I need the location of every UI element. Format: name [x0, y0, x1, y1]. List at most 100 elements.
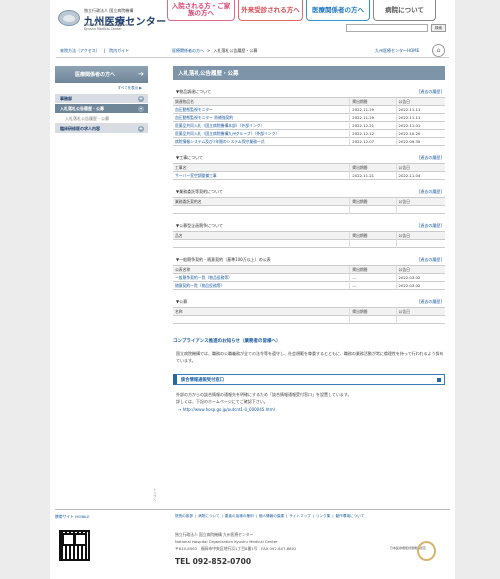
sidebar-item-admin[interactable]: 事務部 +: [55, 94, 148, 104]
column-header: 公告日: [395, 163, 445, 172]
past-history-link[interactable]: [過去の履歴]: [419, 257, 442, 263]
table-cell: [173, 239, 350, 248]
bid-table: 品名 掲出期間 公告日: [173, 231, 445, 248]
collusion-report-heading: 談合情報通報受付窓口: [173, 374, 445, 385]
collusion-report-text: 外部の方からの談合情報の通報先を明確にするため「談合情報通報受付窓口」を設置して…: [176, 392, 352, 404]
page: 独立行政法人 国立病院機構 九州医療センター National Hospital…: [50, 0, 455, 579]
table-cell: [173, 315, 350, 324]
table-header-row: 品名 掲出期間 公告日: [173, 231, 445, 240]
nav-medical-staff[interactable]: 医療関係者の方へ: [306, 0, 370, 21]
past-history-link[interactable]: [過去の履歴]: [419, 299, 442, 305]
main-content: 入札落札公告履歴・公募 ▼物品調達について [過去の履歴] 調達物品名 掲出期間 公告日…: [173, 66, 445, 412]
section-heading: ▼公募: [176, 299, 188, 304]
guide-link[interactable]: 院内ガイド: [109, 48, 129, 54]
breadcrumb: 医療関係者の方へ > 入札落札公告履歴・公募: [172, 48, 258, 54]
bid-table: 公表名称 掲出期間 公告日 一般競争契約一覧（物品役務等） --- 2022.03.02 随…: [173, 265, 445, 290]
sidebar-item-bidding[interactable]: 入札落札公告履歴・公募 -: [55, 104, 148, 114]
expand-icon[interactable]: +: [138, 126, 144, 132]
column-header: 公告日: [395, 231, 445, 240]
breadcrumb-medical-staff[interactable]: 医療関係者の方へ: [172, 48, 204, 54]
column-header: 掲出期間: [349, 97, 397, 106]
nav-about[interactable]: 病院について: [373, 0, 436, 21]
page-top-link[interactable]: トップへ: [153, 488, 158, 502]
footer-link[interactable]: リンク集: [316, 514, 330, 519]
column-header: 掲出期間: [349, 163, 397, 172]
table-cell: 2022.12.12: [349, 129, 397, 138]
table-cell: [349, 239, 397, 248]
breadcrumb-current: 入札落札公告履歴・公募: [213, 48, 258, 53]
table-cell: [395, 239, 445, 248]
past-history-link[interactable]: [過去の履歴]: [419, 189, 442, 195]
search-button[interactable]: 検索: [431, 24, 446, 32]
table-row: 一般競争契約一覧（物品役務等） --- 2022.03.02: [173, 273, 445, 282]
sidebar-show-all[interactable]: すべてを表示 ▶: [55, 83, 148, 94]
column-header: 掲出期間: [349, 197, 397, 206]
table-cell: 2022.11.01: [395, 121, 445, 130]
expand-icon[interactable]: +: [138, 96, 144, 102]
section-heading: ▼公募型企画競争について: [176, 223, 223, 228]
table-header-row: 業務委託契約名 掲出期間 公告日: [173, 197, 445, 206]
mobile-site-link[interactable]: 携帯サイト MOBILE: [55, 514, 90, 520]
search-input[interactable]: [346, 24, 428, 32]
table-cell[interactable]: 医薬品共同入札（国立病院機構九州グループ）（外部リンク）: [173, 129, 350, 138]
bid-table: 名称 掲出期間 公告日: [173, 307, 445, 324]
table-cell: 2022.11.11: [395, 105, 445, 114]
table-row: [173, 239, 445, 248]
past-history-link[interactable]: [過去の履歴]: [419, 223, 442, 229]
table-cell[interactable]: 血圧動態監視モニター: [173, 105, 350, 114]
access-link[interactable]: 来院方法（アクセス）: [60, 48, 100, 54]
section-heading: ▼一般競争契約・随意契約（基準100万以上）の公表: [176, 257, 271, 262]
table-cell[interactable]: サーバー室空調整備工事: [173, 171, 350, 180]
column-header: 掲出期間: [349, 231, 397, 240]
footer-link[interactable]: 個人情報の保護: [259, 514, 284, 519]
footer-link[interactable]: サイトマップ: [289, 514, 311, 519]
table-cell[interactable]: 医薬品共同入札（国立病院機構本部）（外部リンク）: [173, 121, 350, 130]
table-cell: [349, 315, 397, 324]
table-cell[interactable]: 血圧動態監視モニター 費補強契約: [173, 113, 350, 122]
home-icon[interactable]: ⌂: [432, 44, 445, 57]
sidebar-item-residents[interactable]: 臨床研修医の求人内容 +: [55, 124, 148, 134]
footer-link[interactable]: 動作環境について: [336, 514, 365, 519]
footer-link[interactable]: 病院について: [198, 514, 219, 519]
table-header-row: 工事名 掲出期間 公告日: [173, 163, 445, 172]
table-row: [173, 205, 445, 214]
table-row: 血圧動態監視モニター 2022.11.29 2022.11.11: [173, 105, 445, 114]
accreditation-badge-icon: [417, 541, 436, 561]
nav-inpatients[interactable]: 入院される方・ご家族の方へ: [167, 0, 235, 21]
table-section: ▼公募型企画競争について [過去の履歴] 品名 掲出期間 公告日: [173, 223, 445, 248]
table-cell[interactable]: 病院情報システム及び7年間のシステム保守業務一式: [173, 137, 350, 146]
table-row: 血圧動態監視モニター 費補強契約 2022.11.29 2022.11.11: [173, 113, 445, 122]
column-header: 公告日: [395, 265, 445, 274]
section-heading: ▼工事について: [176, 155, 203, 160]
past-history-link[interactable]: [過去の履歴]: [419, 155, 442, 161]
hospital-logo[interactable]: 独立行政法人 国立病院機構 九州医療センター National Hospital…: [58, 8, 166, 30]
column-header: 公告日: [395, 97, 445, 106]
sidebar-subitem-bidding[interactable]: 入札落札公告履歴・公募: [55, 114, 148, 124]
past-history-link[interactable]: [過去の履歴]: [419, 89, 442, 95]
table-row: サーバー室空調整備工事 2022.11.21 2022.11.04: [173, 171, 445, 180]
home-link[interactable]: 九州医療センターHOME: [375, 48, 419, 54]
footer-nav: 院長の挨拶 | 病院について | 患者の皆様の権利 | 個人情報の保護 | サイトマップ…: [175, 514, 365, 519]
table-cell[interactable]: 一般競争契約一覧（物品役務等）: [173, 273, 350, 282]
section-heading: ▼物品調達について: [176, 89, 211, 94]
column-header: 名称: [173, 307, 350, 316]
table-header-row: 調達物品名 掲出期間 公告日: [173, 97, 445, 106]
column-header: 業務委託契約名: [173, 197, 350, 206]
sidebar-heading[interactable]: 医療関係者の方へ: [55, 66, 148, 83]
collusion-report-link[interactable]: → http://www.hosp.go.jp/outcnt1-0_000045…: [173, 407, 445, 412]
table-cell: ---: [349, 281, 397, 290]
table-cell: 2022.12.21: [349, 121, 397, 130]
footer-link[interactable]: 院長の挨拶: [175, 514, 193, 519]
footer-link[interactable]: 患者の皆様の権利: [225, 514, 254, 519]
table-row: 医薬品共同入札（国立病院機構九州グループ）（外部リンク） 2022.12.12 20…: [173, 129, 445, 138]
table-cell: 2022.11.21: [349, 171, 397, 180]
utility-links: 来院方法（アクセス） | 院内ガイド: [60, 48, 130, 54]
table-cell[interactable]: 随意契約一覧（物品役務等）: [173, 281, 350, 290]
footer-info: 独立行政法人 国立病院機構 九州医療センター National Hospital…: [175, 532, 297, 551]
table-cell: 2022.03.02: [395, 281, 445, 290]
table-cell: 2022.11.04: [395, 171, 445, 180]
collapse-icon[interactable]: -: [138, 106, 144, 112]
nav-outpatients[interactable]: 外来受診される方へ: [238, 0, 303, 21]
column-header: 調達物品名: [173, 97, 350, 106]
table-section: ▼業務委託等契約について [過去の履歴] 業務委託契約名 掲出期間 公告日: [173, 189, 445, 214]
